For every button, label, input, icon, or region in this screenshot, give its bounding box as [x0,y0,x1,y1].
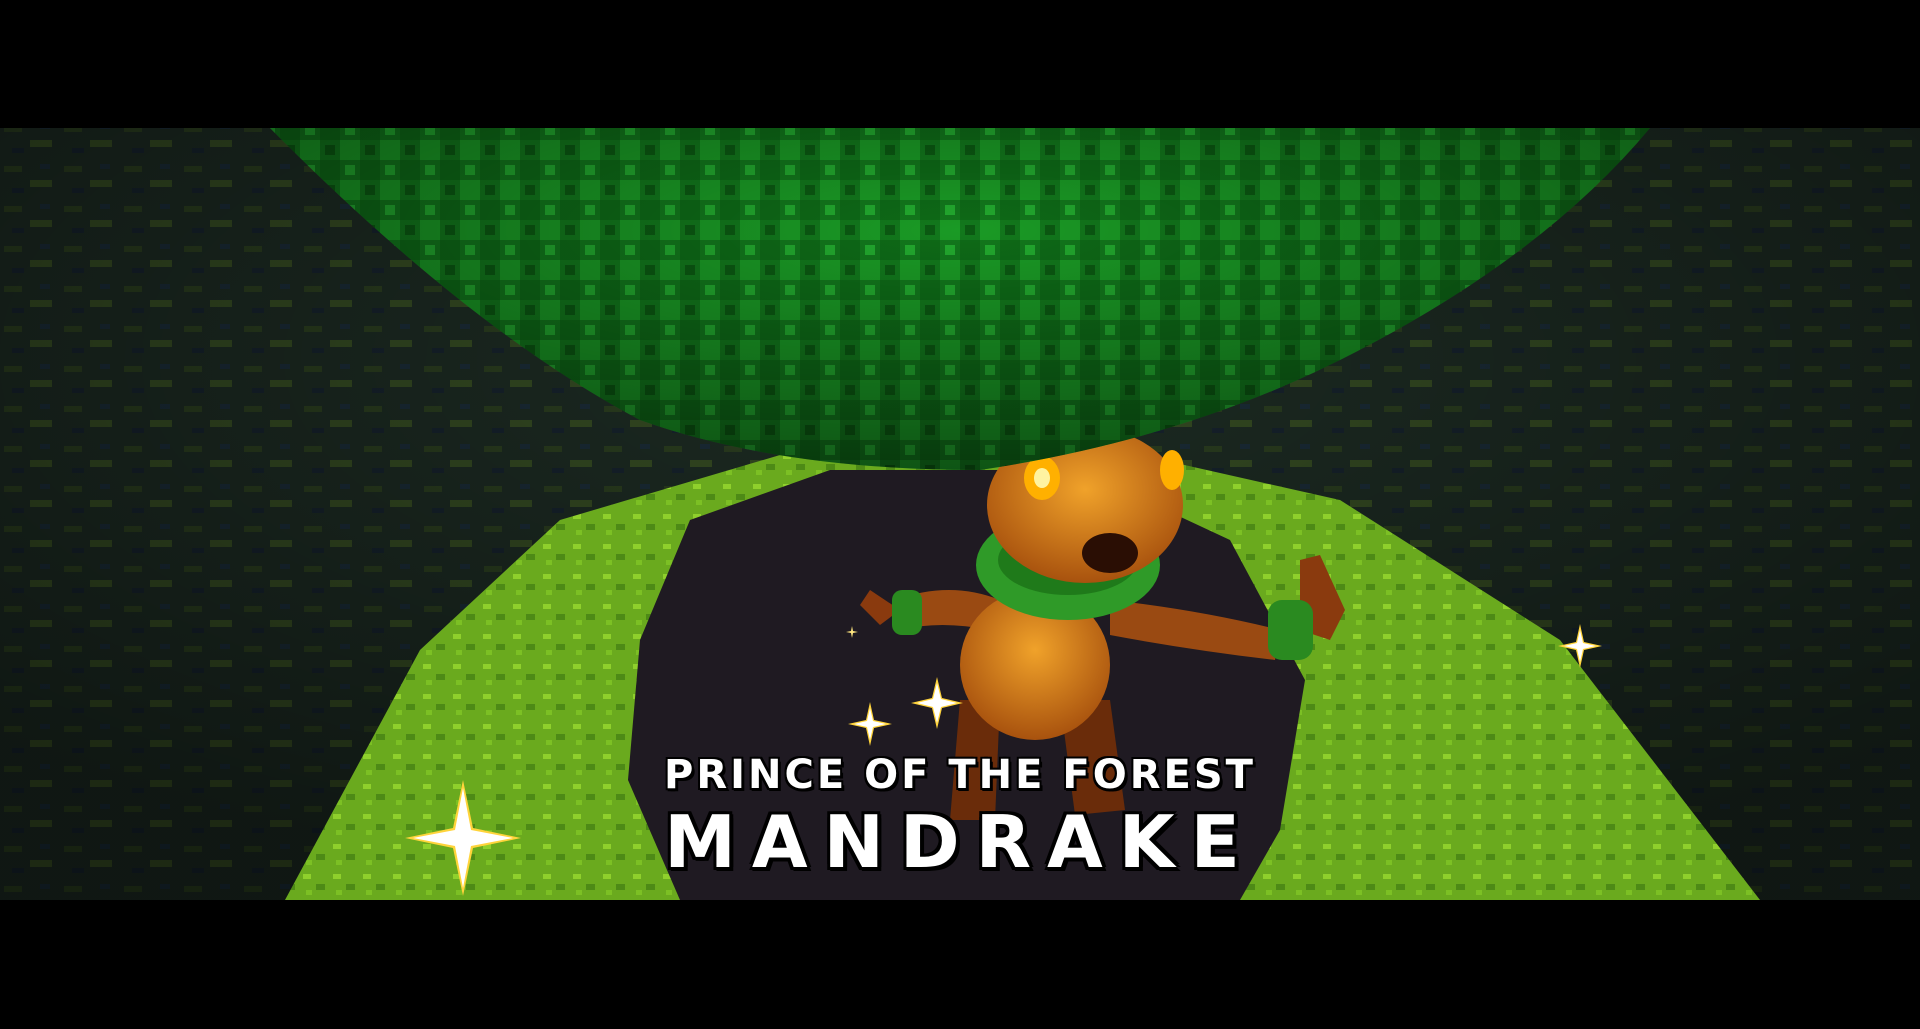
letterbox-bottom [0,900,1920,1029]
game-scene [0,0,1920,1029]
letterbox-top [0,0,1920,128]
